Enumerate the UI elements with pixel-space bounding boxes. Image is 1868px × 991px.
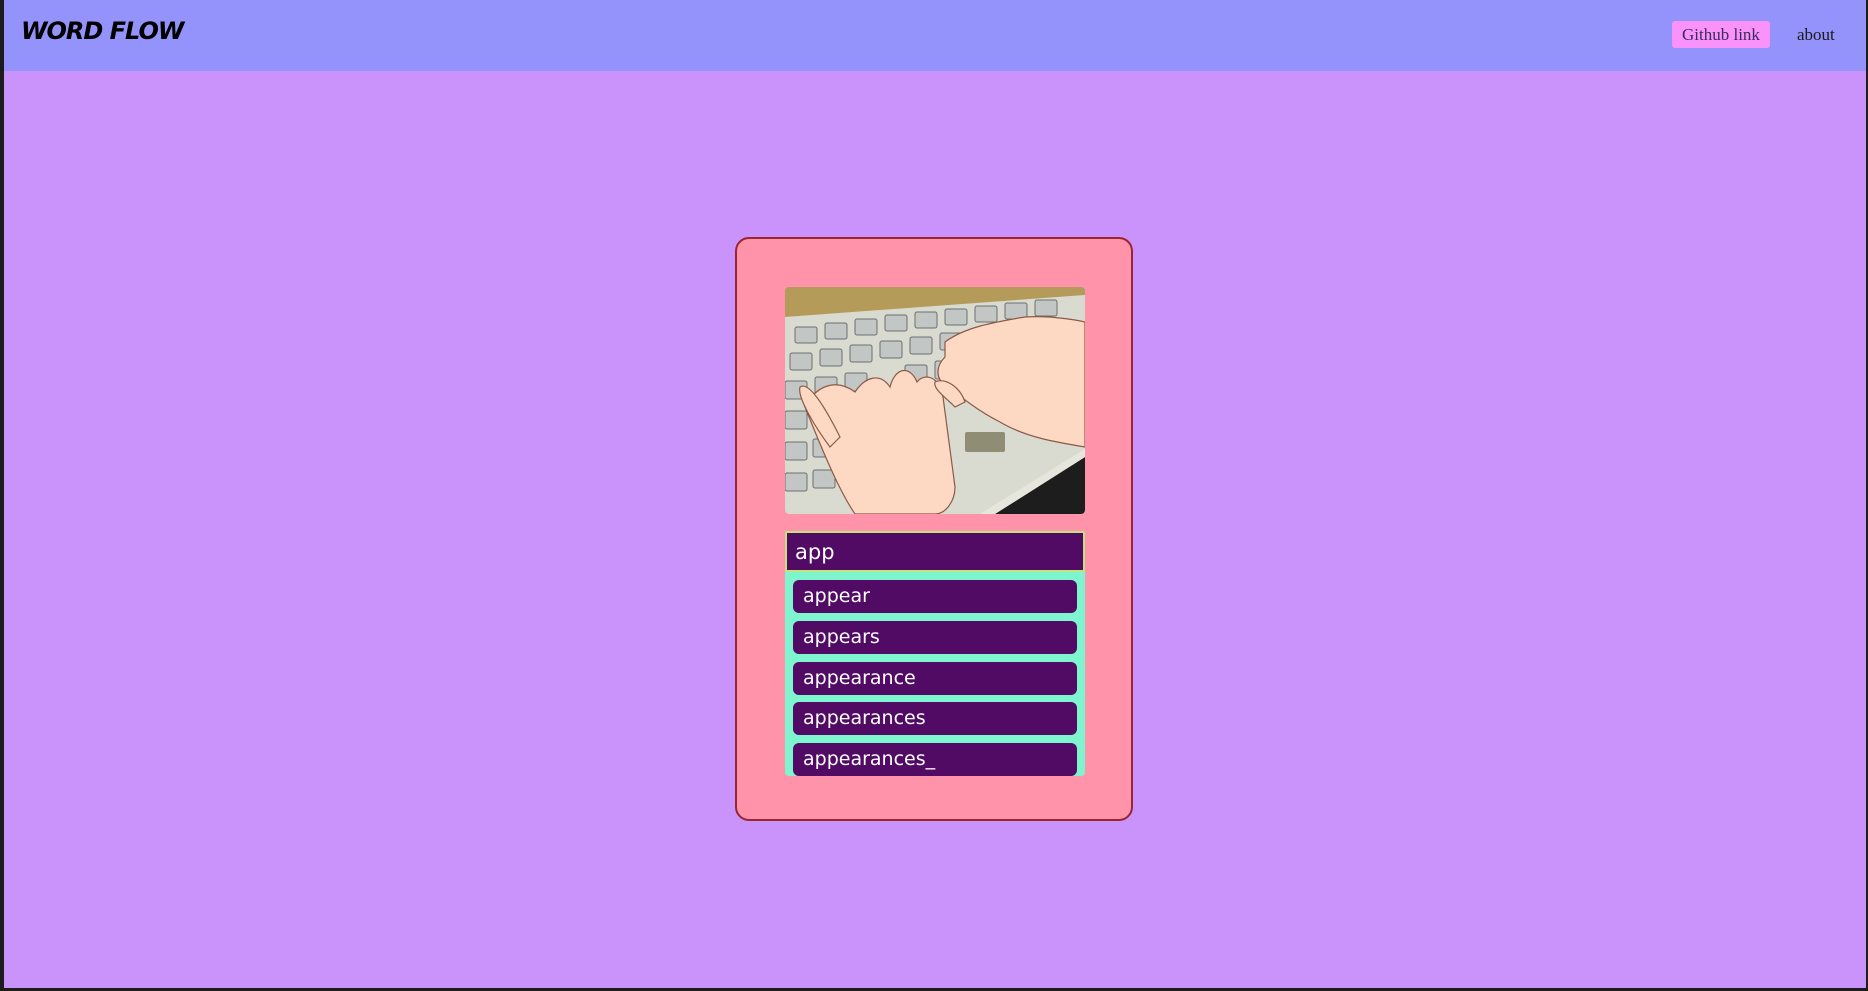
search-panel: appear appears appearance appearances ap… — [785, 531, 1085, 776]
app-frame: WORD FLOW Github link about app appear a… — [4, 0, 1866, 988]
github-link[interactable]: Github link — [1672, 21, 1770, 48]
suggestion-item[interactable]: appearances — [793, 702, 1077, 735]
navbar: WORD FLOW Github link about — [4, 0, 1866, 71]
suggestion-item[interactable]: appear — [793, 580, 1077, 613]
about-link[interactable]: about — [1797, 21, 1835, 48]
typing-hands-image — [785, 287, 1085, 514]
word-card: appear appears appearance appearances ap… — [735, 237, 1133, 821]
suggestion-item[interactable]: appearance — [793, 662, 1077, 695]
search-input[interactable] — [785, 531, 1085, 572]
suggestion-item[interactable]: appears — [793, 621, 1077, 654]
app-logo: WORD FLOW — [21, 17, 184, 45]
suggestion-item[interactable]: appearances_ — [793, 743, 1077, 776]
